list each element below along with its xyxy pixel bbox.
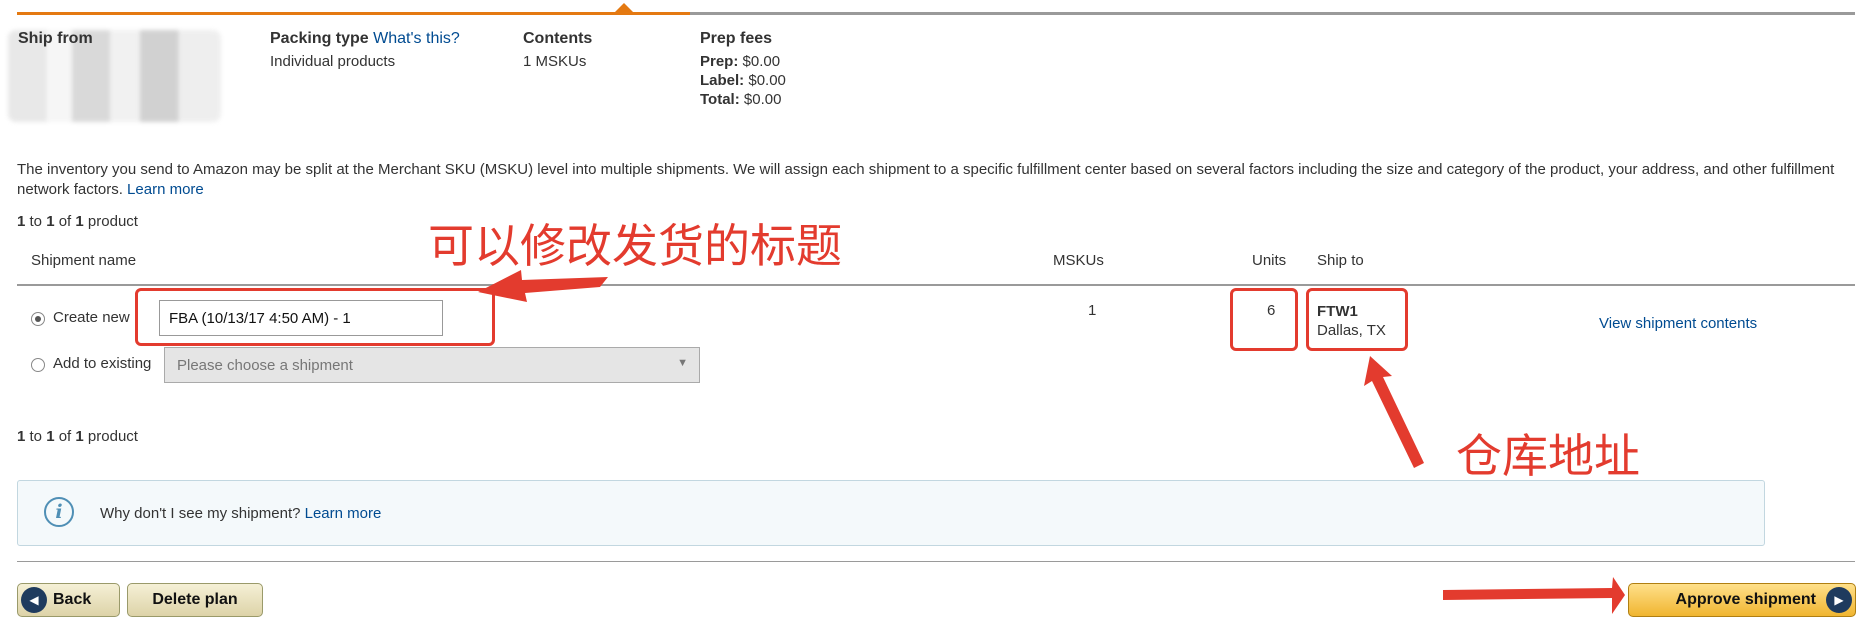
arrow-to-name-field — [478, 270, 608, 302]
annotation-arrows — [478, 270, 1625, 614]
arrow-to-approve — [1443, 577, 1625, 614]
arrow-to-ship-to — [1364, 356, 1424, 468]
